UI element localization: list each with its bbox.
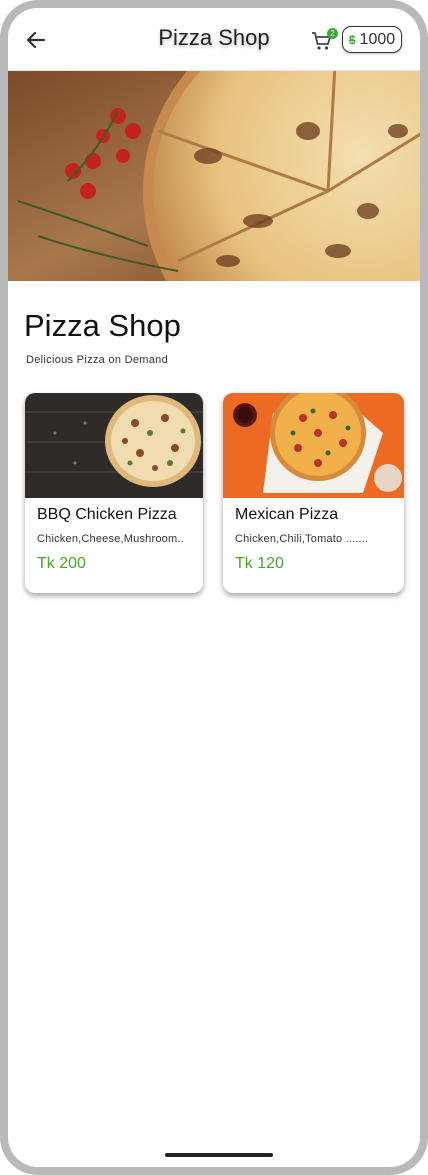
home-indicator[interactable] [165, 1153, 273, 1157]
product-ingredients: Chicken,Cheese,Mushroom.. [37, 533, 184, 545]
product-card-bbq-chicken-pizza[interactable]: BBQ Chicken Pizza Chicken,Cheese,Mushroo… [25, 393, 203, 593]
dollar-coin-icon: $ [348, 32, 356, 47]
device-frame: Pizza Shop 2 $ 1000 Pizza Shop Delicious… [0, 0, 428, 1175]
hero-banner-image [8, 71, 420, 281]
back-button[interactable] [22, 26, 50, 54]
shop-subtitle: Delicious Pizza on Demand [26, 354, 169, 366]
shop-title: Pizza Shop [24, 308, 181, 343]
product-image [223, 393, 404, 498]
app-bar: Pizza Shop 2 $ 1000 [8, 8, 420, 71]
arrow-left-icon [26, 31, 46, 49]
coin-balance-value: 1000 [359, 30, 396, 48]
app-screen: Pizza Shop 2 $ 1000 Pizza Shop Delicious… [8, 8, 420, 1167]
cart-button[interactable]: 2 [310, 27, 338, 55]
coin-balance-chip[interactable]: $ 1000 [342, 26, 402, 53]
product-ingredients: Chicken,Chili,Tomato ....... [235, 533, 369, 545]
product-card-mexican-pizza[interactable]: Mexican Pizza Chicken,Chili,Tomato .....… [223, 393, 404, 593]
product-name: Mexican Pizza [235, 506, 339, 523]
product-name: BBQ Chicken Pizza [37, 506, 177, 523]
cart-count-badge: 2 [327, 28, 338, 39]
product-price: Tk 120 [235, 555, 284, 572]
product-image [25, 393, 203, 498]
product-price: Tk 200 [37, 555, 86, 572]
